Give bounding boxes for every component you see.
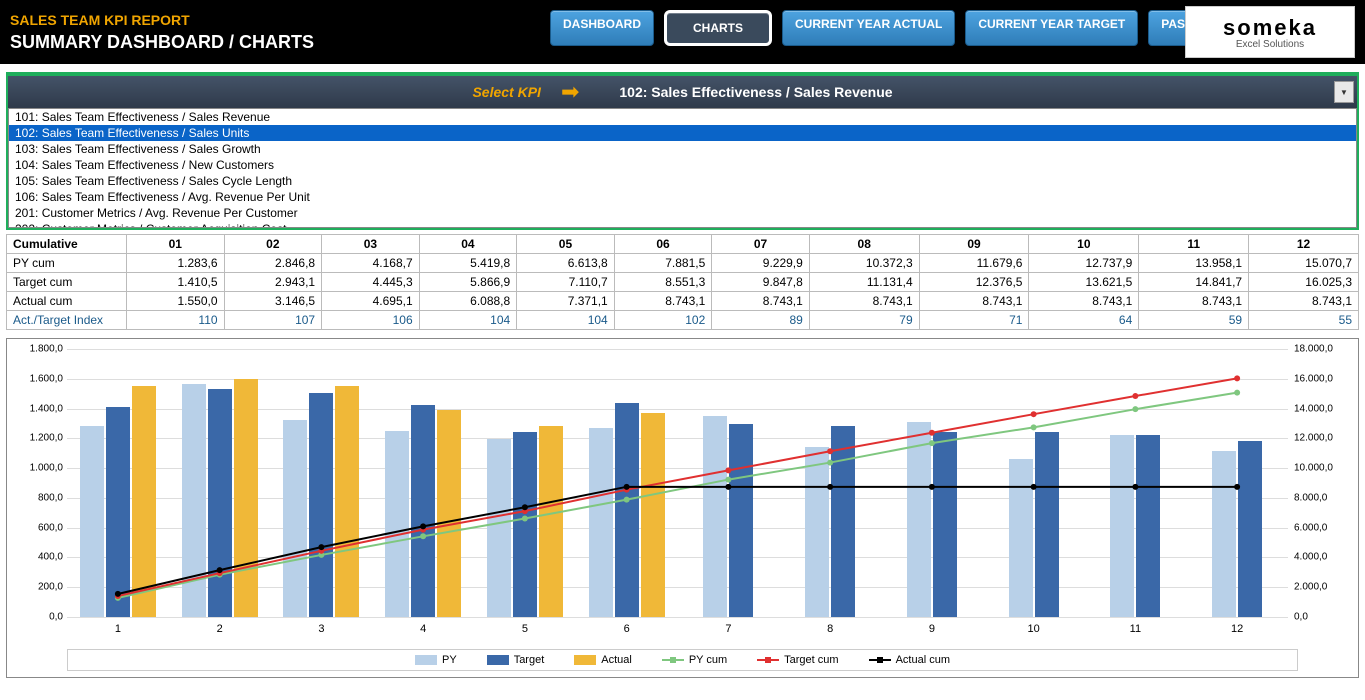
y-axis-left: 0,0200,0400,0600,0800,01.000,01.200,01.4… [7, 349, 65, 617]
nav-buttons: DASHBOARD CHARTS CURRENT YEAR ACTUAL CUR… [550, 10, 1294, 46]
legend-actualcum: Actual cum [869, 654, 950, 666]
table-row: Act./Target Index11010710610410410289797… [7, 311, 1359, 330]
header-bar: SALES TEAM KPI REPORT SUMMARY DASHBOARD … [0, 0, 1365, 64]
kpi-selector-wrap: Select KPI ➡ 102: Sales Effectiveness / … [6, 72, 1359, 230]
legend-pycum: PY cum [662, 654, 727, 666]
kpi-option[interactable]: 201: Customer Metrics / Avg. Revenue Per… [9, 205, 1356, 221]
y-axis-right: 0,02.000,04.000,06.000,08.000,010.000,01… [1290, 349, 1358, 617]
select-kpi-label: Select KPI [472, 84, 540, 100]
data-table-area: Cumulative010203040506070809101112 PY cu… [6, 234, 1359, 330]
legend-target: Target [487, 654, 545, 666]
table-row: Actual cum1.550,03.146,54.695,16.088,87.… [7, 292, 1359, 311]
nav-cy-target[interactable]: CURRENT YEAR TARGET [965, 10, 1138, 46]
title-block: SALES TEAM KPI REPORT SUMMARY DASHBOARD … [10, 12, 314, 53]
kpi-option[interactable]: 101: Sales Team Effectiveness / Sales Re… [9, 109, 1356, 125]
nav-charts[interactable]: CHARTS [664, 10, 772, 46]
legend-py: PY [415, 654, 457, 666]
logo-text: someka [1223, 15, 1317, 41]
legend-actual: Actual [574, 654, 632, 666]
kpi-option[interactable]: 105: Sales Team Effectiveness / Sales Cy… [9, 173, 1356, 189]
selected-kpi-text: 102: Sales Effectiveness / Sales Revenue [619, 84, 892, 100]
report-title: SALES TEAM KPI REPORT [10, 12, 314, 28]
kpi-dropdown-list[interactable]: 101: Sales Team Effectiveness / Sales Re… [8, 108, 1357, 228]
plot-area [67, 349, 1288, 617]
dropdown-toggle-button[interactable]: ▼ [1334, 81, 1354, 103]
cumulative-table: Cumulative010203040506070809101112 PY cu… [6, 234, 1359, 330]
legend-targetcum: Target cum [757, 654, 838, 666]
page-subtitle: SUMMARY DASHBOARD / CHARTS [10, 32, 314, 53]
kpi-option[interactable]: 202: Customer Metrics / Customer Acquisi… [9, 221, 1356, 228]
kpi-selector-bar[interactable]: Select KPI ➡ 102: Sales Effectiveness / … [8, 76, 1357, 108]
chart-container: 0,0200,0400,0600,0800,01.000,01.200,01.4… [6, 338, 1359, 678]
x-axis-labels: 123456789101112 [67, 623, 1288, 635]
table-row: PY cum1.283,62.846,84.168,75.419,86.613,… [7, 254, 1359, 273]
table-header-row: Cumulative010203040506070809101112 [7, 235, 1359, 254]
logo: someka Excel Solutions [1185, 6, 1355, 58]
chart-legend: PY Target Actual PY cum Target cum Actua… [67, 649, 1298, 671]
arrow-right-icon: ➡ [561, 79, 579, 105]
nav-cy-actual[interactable]: CURRENT YEAR ACTUAL [782, 10, 955, 46]
nav-dashboard[interactable]: DASHBOARD [550, 10, 654, 46]
logo-subtext: Excel Solutions [1236, 39, 1304, 50]
kpi-option[interactable]: 102: Sales Team Effectiveness / Sales Un… [9, 125, 1356, 141]
kpi-option[interactable]: 104: Sales Team Effectiveness / New Cust… [9, 157, 1356, 173]
kpi-option[interactable]: 103: Sales Team Effectiveness / Sales Gr… [9, 141, 1356, 157]
kpi-option[interactable]: 106: Sales Team Effectiveness / Avg. Rev… [9, 189, 1356, 205]
table-row: Target cum1.410,52.943,14.445,35.866,97.… [7, 273, 1359, 292]
line-overlay [67, 349, 1288, 617]
